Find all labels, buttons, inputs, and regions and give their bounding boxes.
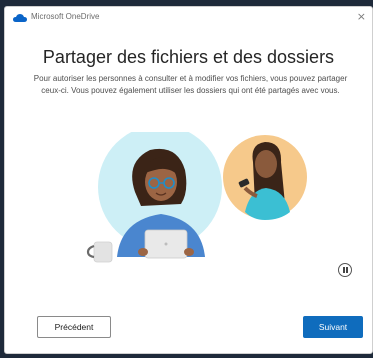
sharing-people-illustration	[86, 132, 307, 263]
onedrive-window: Microsoft OneDrive × Partager des fichie…	[4, 6, 373, 354]
onedrive-cloud-icon	[13, 14, 27, 22]
close-icon[interactable]: ×	[357, 10, 366, 23]
pause-animation-button[interactable]	[338, 263, 352, 277]
pause-icon-bar	[345, 267, 348, 273]
page-title: Partager des fichiers et des dossiers	[42, 47, 335, 67]
previous-button[interactable]: Précédent	[37, 316, 111, 338]
pause-icon	[342, 267, 345, 273]
page-description: Pour autoriser les personnes à consulter…	[33, 74, 348, 95]
next-button[interactable]: Suivant	[303, 316, 363, 338]
title-bar: Microsoft OneDrive ×	[5, 7, 372, 29]
app-title: Microsoft OneDrive	[31, 12, 100, 21]
